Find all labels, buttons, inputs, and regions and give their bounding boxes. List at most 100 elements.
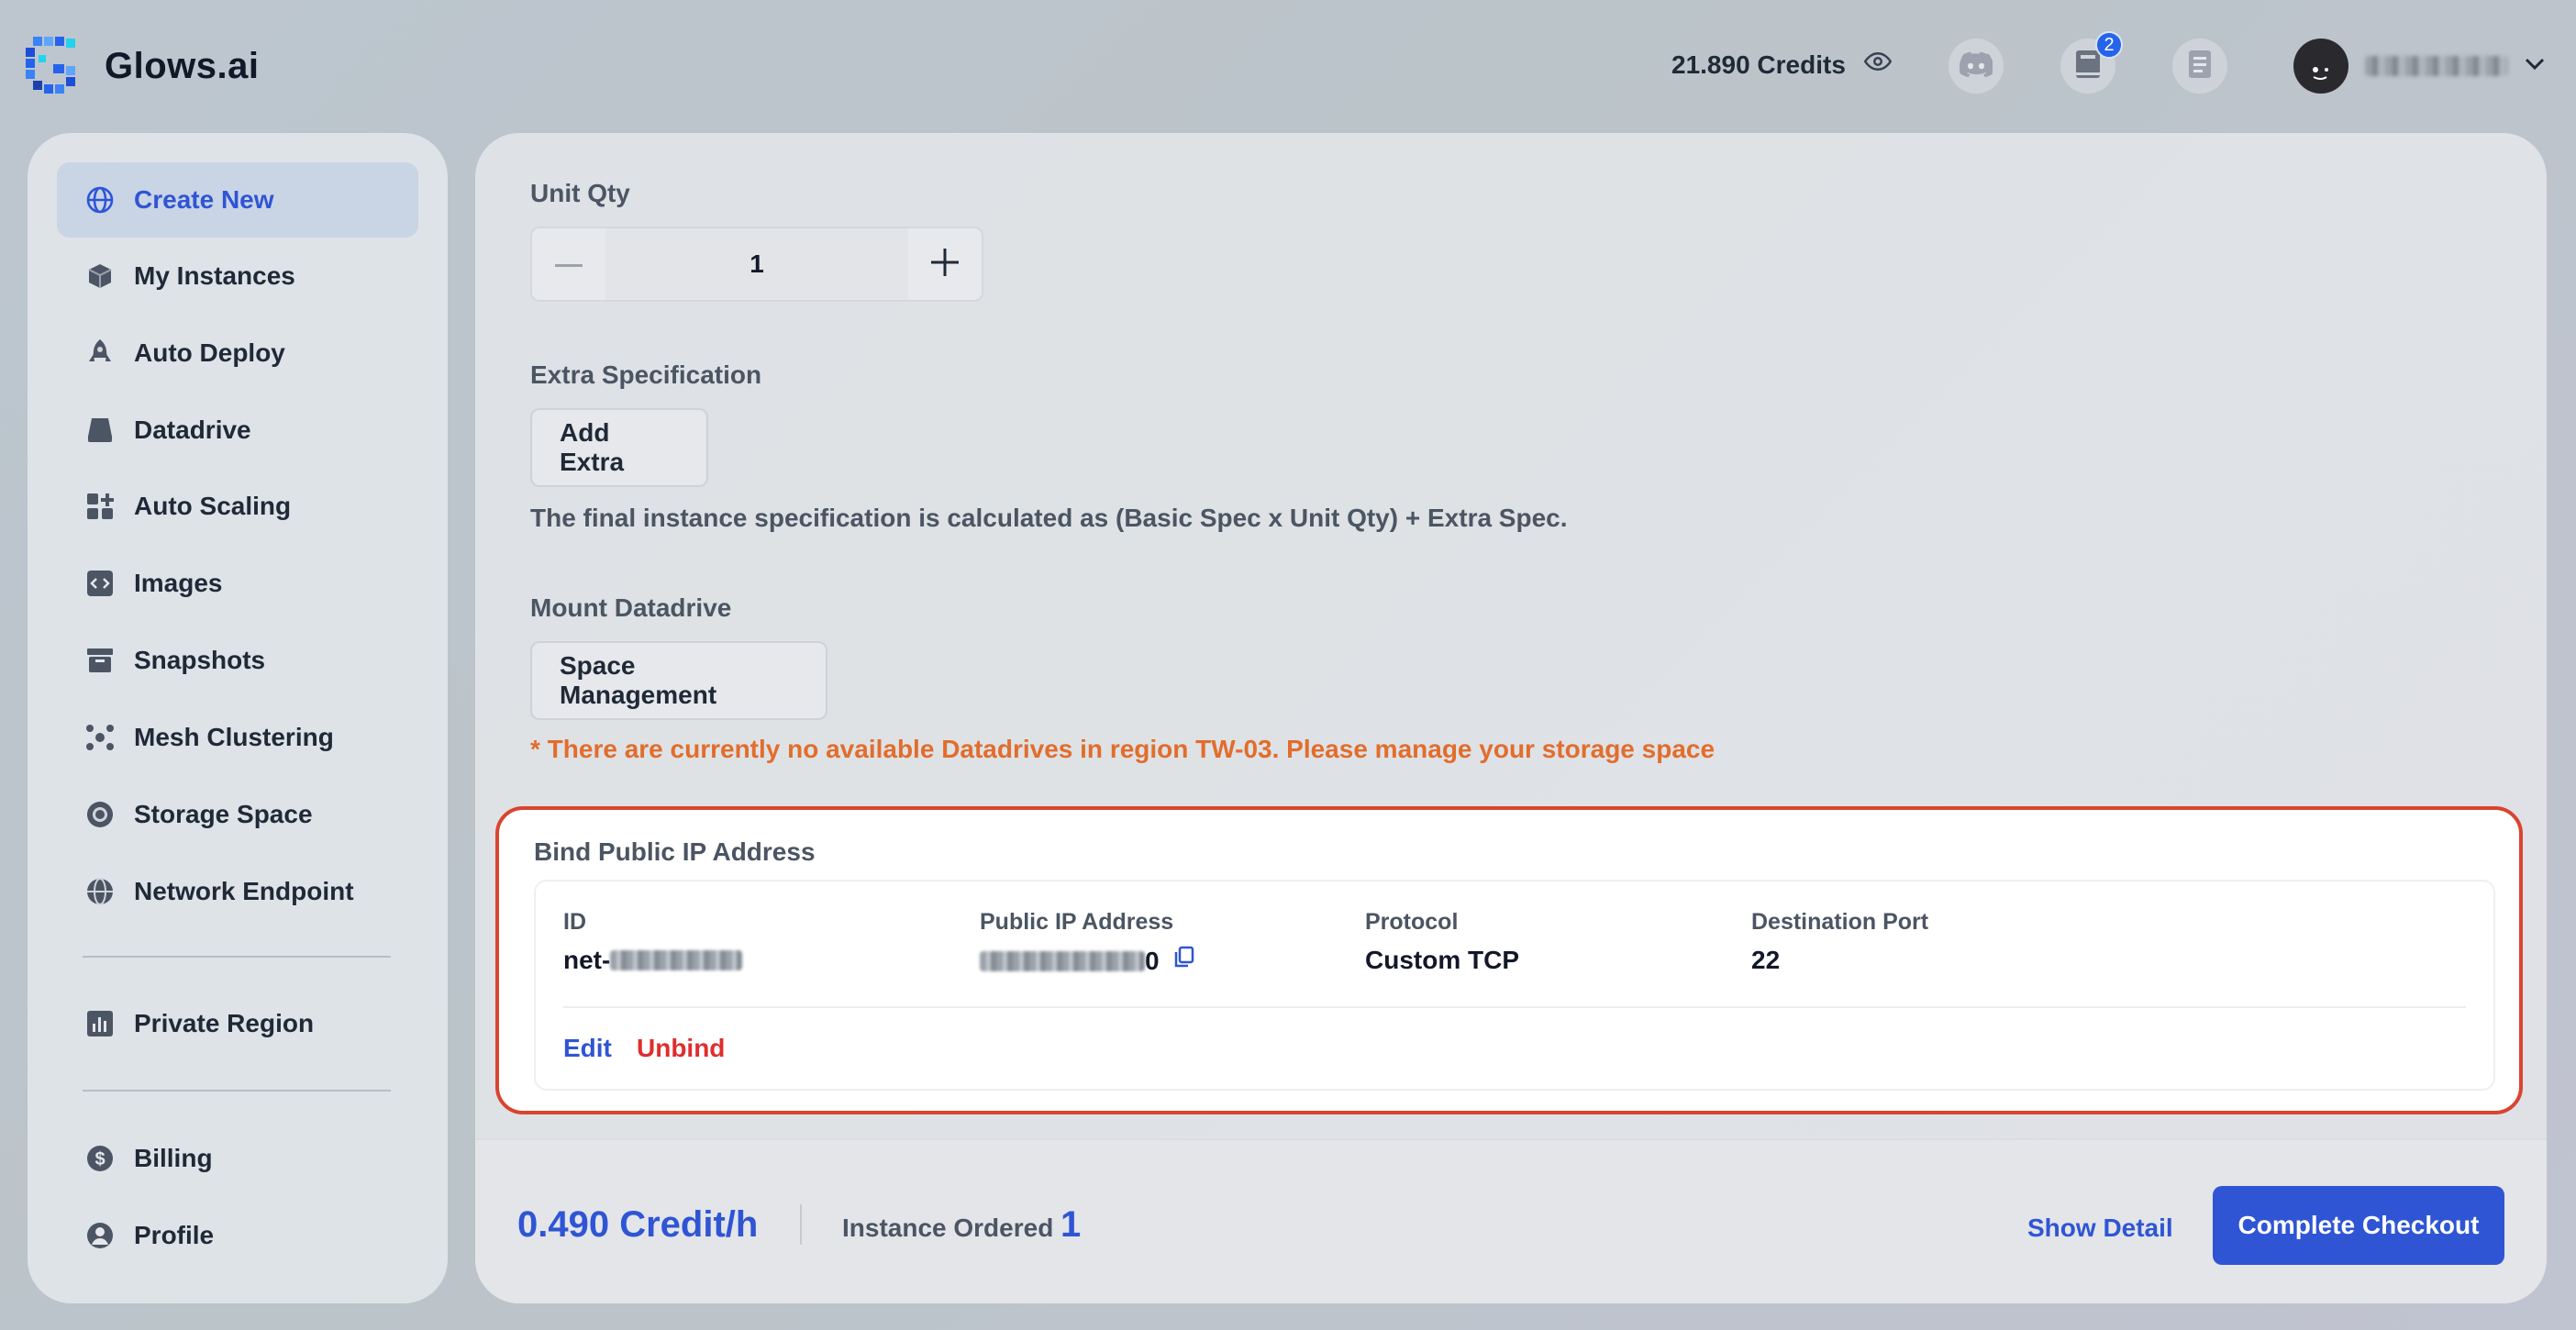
- protocol-header: Protocol: [1365, 909, 1459, 935]
- sidebar-item-label: My Instances: [134, 261, 295, 290]
- notification-badge: 2: [2095, 31, 2123, 59]
- sidebar-item-label: Mesh Clustering: [134, 723, 334, 751]
- bind-public-ip-section: Bind Public IP Address ID Public IP Addr…: [495, 806, 2523, 1114]
- unbind-link[interactable]: Unbind: [637, 1034, 725, 1063]
- sidebar-item-auto-deploy[interactable]: Auto Deploy: [57, 316, 418, 391]
- copy-icon[interactable]: [1172, 946, 1194, 976]
- port-value: 22: [1751, 946, 1781, 974]
- discord-button[interactable]: [1949, 39, 2004, 94]
- sidebar-item-label: Billing: [134, 1144, 213, 1172]
- sidebar-item-label: Auto Scaling: [134, 492, 292, 520]
- minus-icon: [555, 256, 583, 272]
- sidebar-item-label: Images: [134, 569, 223, 597]
- cluster-icon: [84, 722, 116, 753]
- public-ip-redacted: [980, 950, 1145, 971]
- bound-ip-card: ID Public IP Address Protocol Destinatio…: [534, 880, 2495, 1091]
- sidebar-item-label: Private Region: [134, 1009, 315, 1037]
- top-header: Glows.ai 21.890 Credits 2: [0, 0, 2576, 133]
- protocol-value: Custom TCP: [1365, 946, 1519, 974]
- port-header: Destination Port: [1751, 909, 1929, 935]
- sidebar-item-auto-scaling[interactable]: Auto Scaling: [57, 469, 418, 544]
- checkout-footer: 0.490 Credit/h Instance Ordered 1 Show D…: [475, 1138, 2547, 1303]
- edit-link[interactable]: Edit: [563, 1034, 612, 1063]
- user-menu[interactable]: [2293, 39, 2545, 94]
- code-icon: [84, 568, 116, 599]
- grid-plus-icon: [84, 491, 116, 522]
- archive-icon: [84, 645, 116, 676]
- extra-spec-label: Extra Specification: [530, 360, 762, 389]
- sidebar-item-datadrive[interactable]: Datadrive: [57, 393, 418, 468]
- instance-ordered-value: 1: [1060, 1204, 1082, 1245]
- sidebar-item-create-new[interactable]: Create New: [57, 162, 418, 238]
- sidebar-divider: [83, 956, 391, 958]
- sidebar-divider: [83, 1090, 391, 1092]
- sidebar-item-images[interactable]: Images: [57, 546, 418, 621]
- id-header: ID: [563, 909, 586, 935]
- globe-icon: [84, 184, 116, 216]
- logo[interactable]: Glows.ai: [26, 37, 260, 95]
- unit-qty-stepper: 1: [530, 227, 983, 302]
- discord-icon: [1959, 51, 1994, 82]
- instance-ordered-label: Instance Ordered: [842, 1214, 1054, 1242]
- svg-text:$: $: [94, 1149, 105, 1169]
- chevron-down-icon: [2525, 58, 2545, 75]
- sidebar-item-label: Auto Deploy: [134, 338, 285, 367]
- endpoint-id-prefix: net-: [563, 946, 611, 974]
- card-divider: [563, 1006, 2466, 1008]
- endpoint-id-redacted: [610, 950, 743, 970]
- spec-note: The final instance specification is calc…: [530, 504, 1568, 532]
- endpoint-id: net-: [563, 946, 743, 975]
- plus-icon: [931, 248, 959, 281]
- sidebar-item-snapshots[interactable]: Snapshots: [57, 623, 418, 698]
- main-panel: Unit Qty 1 Extra Specification Add Extra…: [475, 133, 2547, 1303]
- decrement-button[interactable]: [532, 228, 605, 300]
- sidebar-item-my-instances[interactable]: My Instances: [57, 238, 418, 314]
- docs-button[interactable]: [2172, 39, 2227, 94]
- datadrive-warning: * There are currently no available Datad…: [530, 735, 1715, 763]
- sidebar: Create New My Instances Auto Deploy Data…: [28, 133, 448, 1303]
- sidebar-item-label: Snapshots: [134, 646, 266, 674]
- sidebar-item-network-endpoint[interactable]: Network Endpoint: [57, 854, 418, 929]
- cube-icon: [84, 260, 116, 292]
- ip-header: Public IP Address: [980, 909, 1174, 935]
- dollar-icon: $: [84, 1143, 116, 1174]
- credits-label: 21.890 Credits: [1671, 50, 1846, 79]
- sidebar-item-label: Profile: [134, 1221, 215, 1249]
- sidebar-item-label: Storage Space: [134, 800, 313, 828]
- sidebar-item-profile[interactable]: Profile: [57, 1198, 418, 1273]
- sidebar-item-label: Create New: [134, 185, 274, 214]
- complete-checkout-button[interactable]: Complete Checkout: [2213, 1186, 2504, 1265]
- sidebar-item-private-region[interactable]: Private Region: [57, 986, 418, 1061]
- space-management-button[interactable]: Space Management: [530, 641, 827, 720]
- public-ip-suffix: 0: [1145, 946, 1160, 975]
- bind-ip-title: Bind Public IP Address: [534, 837, 816, 866]
- mount-datadrive-label: Mount Datadrive: [530, 593, 732, 622]
- notifications-button[interactable]: 2: [2060, 31, 2123, 94]
- rocket-icon: [84, 338, 116, 369]
- document-icon: [2187, 49, 2213, 84]
- user-icon: [84, 1220, 116, 1251]
- network-globe-icon: [84, 876, 116, 907]
- storage-icon: [84, 799, 116, 830]
- glows-logo-icon: [26, 37, 84, 95]
- show-detail-link[interactable]: Show Detail: [2027, 1214, 2173, 1243]
- unit-qty-input[interactable]: 1: [605, 228, 908, 300]
- eye-icon[interactable]: [1863, 48, 1893, 82]
- price-per-hour: 0.490 Credit/h: [517, 1204, 759, 1245]
- increment-button[interactable]: [908, 228, 982, 300]
- sidebar-item-label: Datadrive: [134, 416, 251, 444]
- avatar: [2293, 39, 2348, 94]
- sidebar-item-billing[interactable]: $ Billing: [57, 1121, 418, 1196]
- public-ip-value: 0: [980, 946, 1194, 976]
- credits-display: 21.890 Credits: [1671, 48, 1893, 82]
- drive-icon: [84, 415, 116, 446]
- sidebar-item-storage-space[interactable]: Storage Space: [57, 777, 418, 852]
- add-extra-button[interactable]: Add Extra: [530, 408, 708, 487]
- footer-divider: [800, 1204, 802, 1245]
- unit-qty-label: Unit Qty: [530, 179, 630, 207]
- sidebar-item-label: Network Endpoint: [134, 877, 354, 905]
- username-redacted: [2365, 56, 2508, 76]
- bar-chart-icon: [84, 1008, 116, 1039]
- sidebar-item-mesh-clustering[interactable]: Mesh Clustering: [57, 700, 418, 775]
- app-name: Glows.ai: [105, 45, 260, 86]
